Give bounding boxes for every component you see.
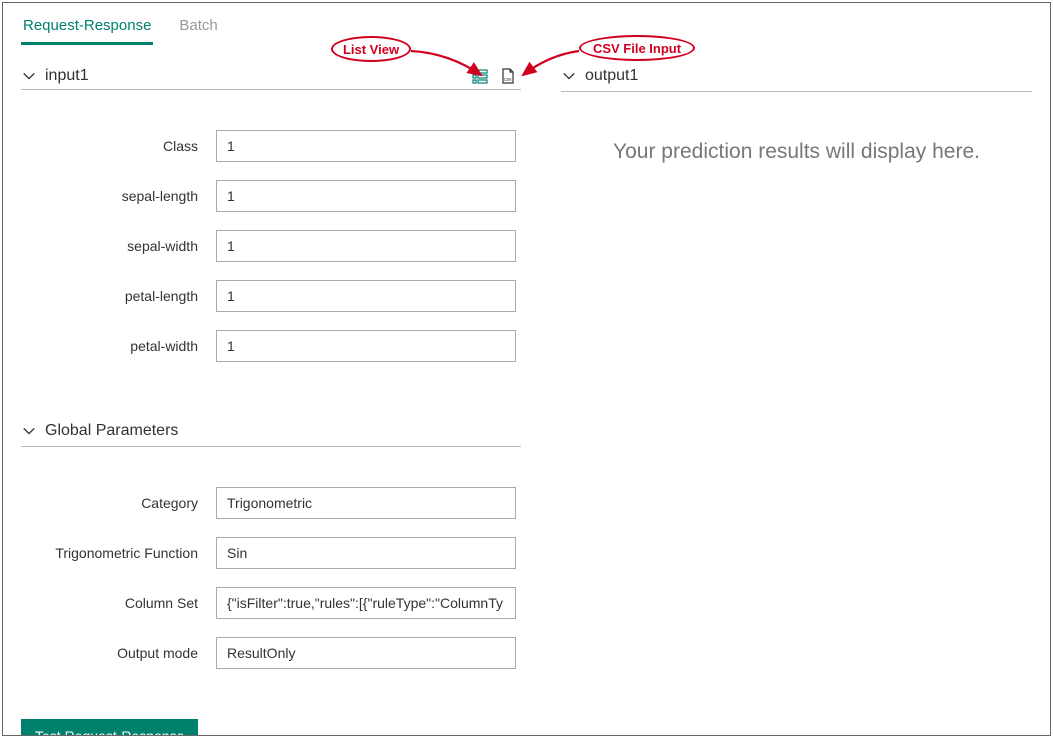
field-label: sepal-width	[21, 238, 216, 255]
field-label: Category	[21, 495, 216, 512]
tab-request-response[interactable]: Request-Response	[21, 11, 153, 45]
input-section-header: input1	[21, 63, 521, 90]
field-category: Category	[21, 487, 521, 519]
field-input-sepal-length[interactable]	[216, 180, 516, 212]
field-sepal-length: sepal-length	[21, 180, 521, 212]
field-label: Trigonometric Function	[21, 545, 216, 562]
field-label: Output mode	[21, 645, 216, 662]
field-input-category[interactable]	[216, 487, 516, 519]
list-view-icon[interactable]	[471, 67, 489, 85]
field-input-column-set[interactable]	[216, 587, 516, 619]
field-input-trig-function[interactable]	[216, 537, 516, 569]
global-params-header: Global Parameters	[21, 418, 521, 447]
field-label: Class	[21, 138, 216, 155]
tab-batch[interactable]: Batch	[177, 11, 219, 45]
field-input-petal-width[interactable]	[216, 330, 516, 362]
global-params-title: Global Parameters	[45, 422, 178, 440]
output-placeholder-message: Your prediction results will display her…	[561, 92, 1032, 164]
input-fields-group: Class sepal-length sepal-width petal-len…	[21, 90, 521, 396]
input-section-title: input1	[45, 67, 89, 85]
field-petal-length: petal-length	[21, 280, 521, 312]
tabs-bar: Request-Response Batch	[3, 3, 1050, 45]
field-input-sepal-width[interactable]	[216, 230, 516, 262]
field-petal-width: petal-width	[21, 330, 521, 362]
global-fields-group: Category Trigonometric Function Column S…	[21, 447, 521, 703]
field-label: petal-length	[21, 288, 216, 305]
csv-file-input-icon[interactable]: csv	[499, 67, 517, 85]
field-label: petal-width	[21, 338, 216, 355]
field-sepal-width: sepal-width	[21, 230, 521, 262]
chevron-down-icon[interactable]	[21, 423, 37, 439]
field-input-class[interactable]	[216, 130, 516, 162]
field-input-petal-length[interactable]	[216, 280, 516, 312]
field-column-set: Column Set	[21, 587, 521, 619]
output-section-header: output1	[561, 63, 1032, 92]
field-label: Column Set	[21, 595, 216, 612]
field-output-mode: Output mode	[21, 637, 521, 669]
chevron-down-icon[interactable]	[561, 68, 577, 84]
svg-text:csv: csv	[504, 77, 512, 83]
field-input-output-mode[interactable]	[216, 637, 516, 669]
test-request-response-button[interactable]: Test Request-Response	[21, 719, 198, 736]
field-class: Class	[21, 130, 521, 162]
field-label: sepal-length	[21, 188, 216, 205]
output-section-title: output1	[585, 67, 638, 85]
field-trig-function: Trigonometric Function	[21, 537, 521, 569]
chevron-down-icon[interactable]	[21, 68, 37, 84]
